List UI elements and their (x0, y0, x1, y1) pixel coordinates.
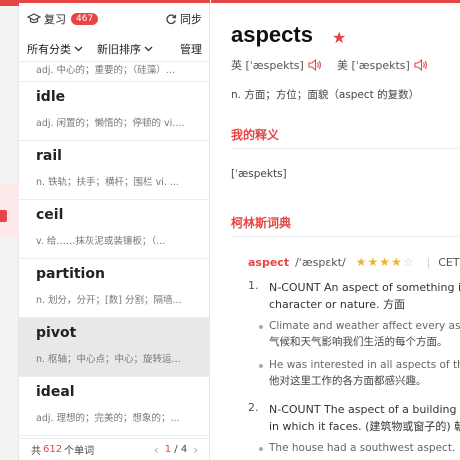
speaker-icon[interactable] (308, 59, 322, 71)
list-item[interactable]: idle adj. 闲置的；懒惰的；停顿的 vi.... (19, 82, 210, 141)
list-item-word: idle (36, 89, 66, 105)
divider (231, 148, 460, 149)
sync-button[interactable]: 同步 (165, 11, 202, 27)
list-item-definition: n. 枢轴；中心点；中心；旋转运... (36, 354, 181, 365)
collins-entry-header: aspect /ˈæspɛkt/ ★★★★☆ | CET (248, 255, 460, 269)
chevron-down-icon (144, 46, 153, 51)
example-zh: 他对这里工作的各方面都感兴趣。 (269, 375, 427, 387)
sidebar-top-accent (0, 0, 19, 6)
word-list: adj. 中心的；重要的；（硅藻）... idle adj. 闲置的；懒惰的；停… (19, 62, 210, 438)
total-prefix: 共 (31, 446, 41, 457)
sidebar-badge (0, 210, 7, 222)
manage-button[interactable]: 管理 (180, 41, 202, 57)
sense-definition-line: N-COUNT An aspect of something is on (269, 281, 460, 294)
list-item[interactable]: rail n. 铁轨；扶手；横杆；围栏 vi. ... (19, 141, 210, 200)
uk-phonetic: 英 [ˈæspekts] (231, 59, 304, 72)
us-pronunciation: 美 [ˈæspekts] (337, 57, 428, 73)
collins-level: CET (438, 255, 460, 269)
filter-bar: 所有分类 新旧排序 管理 (19, 36, 210, 62)
sense-definition-line: in which it faces. (建筑物或窗子的) 朝向 (269, 420, 460, 433)
list-item[interactable]: ceil v. 给……抹灰泥或装镶板；（... (19, 200, 210, 259)
list-item-definition: v. 给……抹灰泥或装镶板；（... (36, 236, 166, 247)
page-separator: / (174, 444, 178, 455)
collins-title: 柯林斯词典 (231, 216, 292, 230)
list-item-word: ideal (36, 384, 75, 400)
list-item[interactable]: partition n. 划分，分开；[数] 分割；隔墙... (19, 259, 210, 318)
example-sentence: Climate and weather affect every aspe 气候… (269, 318, 460, 350)
list-item-word: rail (36, 148, 62, 164)
panel-top-accent (19, 0, 210, 3)
stars-empty: ☆ (402, 255, 415, 269)
headword: aspects (231, 22, 313, 47)
example-sentence: He was interested in all aspects of the … (269, 357, 460, 389)
separator: | (426, 255, 431, 269)
sort-dropdown[interactable]: 新旧排序 (97, 41, 153, 57)
favorite-star-icon[interactable]: ★ (332, 28, 346, 47)
sidebar-edge (0, 0, 19, 460)
sort-label: 新旧排序 (97, 42, 141, 56)
sync-icon (166, 14, 177, 25)
uk-pronunciation: 英 [ˈæspekts] (231, 57, 322, 73)
bullet-dot (259, 325, 263, 329)
sense-number: 2. (248, 401, 259, 414)
category-label: 所有分类 (27, 42, 71, 56)
list-item-definition: adj. 理想的；完美的；想象的；... (36, 413, 180, 424)
list-item-definition: adj. 中心的；重要的；（硅藻）... (36, 65, 175, 76)
list-item-selected[interactable]: pivot n. 枢轴；中心点；中心；旋转运... (19, 318, 210, 377)
panel-top-accent (211, 0, 460, 3)
sync-label: 同步 (180, 13, 202, 26)
word-list-panel: 复习 467 同步 所有分类 新旧排序 管理 adj. 中心的；重要的；（硅藻）… (19, 0, 210, 460)
review-count-badge: 467 (71, 13, 99, 25)
total-pages: 4 (180, 444, 188, 455)
word-detail-panel: aspects ★ 英 [ˈæspekts] 美 [ˈæspekts] n. 方… (211, 0, 460, 460)
total-suffix: 个单词 (64, 446, 95, 457)
bullet-dot (259, 447, 263, 451)
prev-page-button[interactable]: ‹ (154, 443, 159, 457)
collins-word: aspect (248, 255, 290, 269)
list-item[interactable]: adj. 中心的；重要的；（硅藻）... (19, 62, 210, 82)
example-en: The house had a southwest aspect. (269, 442, 456, 454)
divider (231, 236, 460, 237)
graduation-cap-icon (27, 13, 41, 25)
example-sentence: The house had a southwest aspect. (269, 440, 455, 456)
brief-definition: n. 方面；方位；面貌（aspect 的复数） (231, 89, 420, 101)
stars-filled: ★★★★ (355, 255, 403, 269)
bullet-dot (259, 364, 263, 368)
sense-definition-line: character or nature. 方面 (269, 298, 405, 311)
us-phonetic: 美 [ˈæspekts] (337, 59, 410, 72)
example-zh: 气候和天气影响我们生活的每个方面。 (269, 336, 448, 348)
list-item-definition: adj. 闲置的；懒惰的；停顿的 vi.... (36, 118, 185, 129)
list-footer: 共 612 个单词 ‹ 1 / 4 › (19, 438, 210, 460)
example-en: He was interested in all aspects of the (269, 359, 460, 371)
total-count: 612 (43, 444, 63, 455)
list-item[interactable]: ideal adj. 理想的；完美的；想象的；... (19, 377, 210, 436)
my-definition-title: 我的释义 (231, 128, 280, 142)
chevron-down-icon (74, 46, 83, 51)
list-item-definition: n. 划分，分开；[数] 分割；隔墙... (36, 295, 182, 306)
review-label: 复习 (44, 13, 66, 26)
list-item-word: pivot (36, 325, 77, 341)
current-page: 1 (164, 444, 172, 455)
list-item-word: partition (36, 266, 105, 282)
review-button[interactable]: 复习 467 (27, 11, 99, 27)
pagination: ‹ 1 / 4 › (154, 443, 198, 457)
category-dropdown[interactable]: 所有分类 (27, 41, 83, 57)
collins-phonetic: /ˈæspɛkt/ (295, 255, 346, 269)
list-item-word: ceil (36, 207, 64, 223)
list-toolbar: 复习 467 同步 (19, 6, 210, 32)
list-item-definition: n. 铁轨；扶手；横杆；围栏 vi. ... (36, 177, 179, 188)
my-definition-ipa: [ˈæspekts] (231, 168, 287, 180)
example-en: Climate and weather affect every aspe (269, 320, 460, 332)
next-page-button[interactable]: › (193, 443, 198, 457)
speaker-icon[interactable] (414, 59, 428, 71)
sense-number: 1. (248, 279, 259, 292)
collins-frequency-stars: ★★★★☆ (356, 255, 415, 269)
sense-definition-line: N-COUNT The aspect of a building or w (269, 403, 460, 416)
